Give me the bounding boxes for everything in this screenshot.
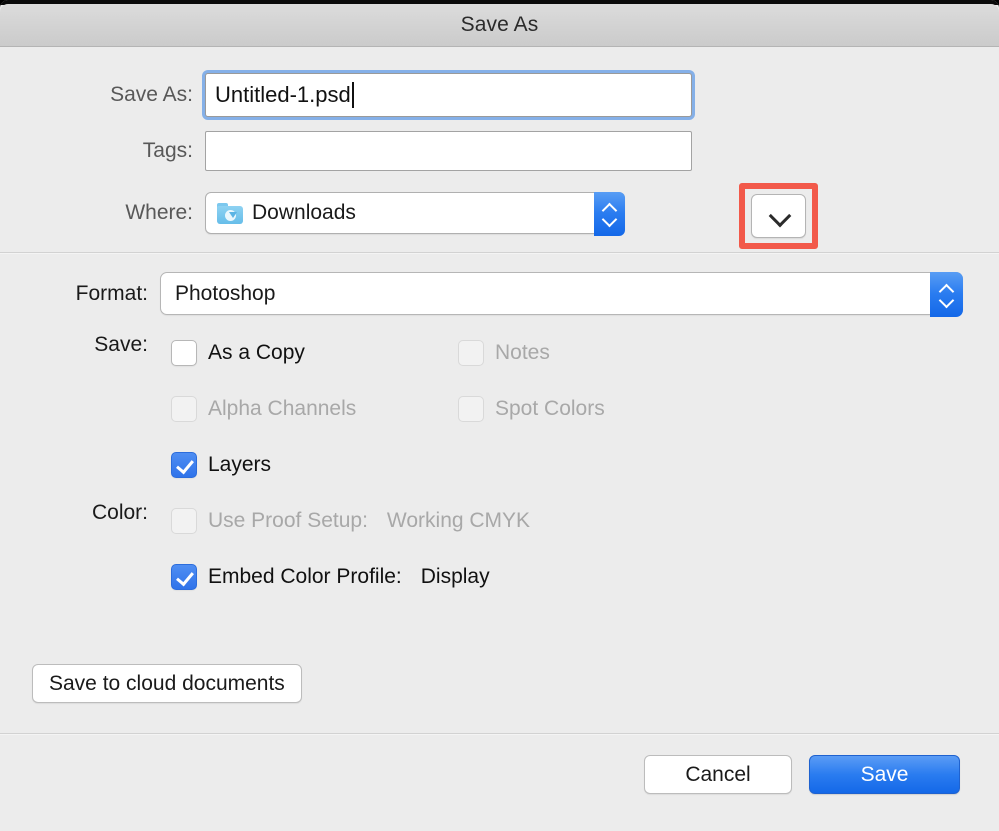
save-as-label: Save As: xyxy=(110,83,193,106)
checkbox-row-layers[interactable]: Layers xyxy=(171,452,271,478)
checkbox-use-proof-setup xyxy=(171,508,197,534)
checkbox-row-as-a-copy[interactable]: As a Copy xyxy=(171,340,305,366)
where-expand-button[interactable] xyxy=(751,194,806,238)
cancel-button[interactable]: Cancel xyxy=(644,755,792,794)
where-stepper-icon[interactable] xyxy=(594,192,625,236)
save-button[interactable]: Save xyxy=(809,755,960,794)
checkbox-alpha-channels xyxy=(171,396,197,422)
format-value: Photoshop xyxy=(175,281,276,305)
where-popup-button[interactable]: Downloads xyxy=(205,192,625,236)
section-divider-top xyxy=(0,252,999,253)
chevron-down-icon xyxy=(769,211,789,222)
checkbox-label-alpha-channels: Alpha Channels xyxy=(208,397,357,420)
dialog-title: Save As xyxy=(460,13,539,36)
section-divider-bottom xyxy=(0,733,999,734)
chevron-down-icon xyxy=(603,216,616,224)
where-row: Where: Downloads xyxy=(0,192,625,236)
tags-label: Tags: xyxy=(142,139,193,162)
checkbox-spot-colors xyxy=(458,396,484,422)
text-caret xyxy=(351,82,354,108)
checkbox-label-spot-colors: Spot Colors xyxy=(495,397,605,420)
save-as-row: Save As: Untitled-1.psd xyxy=(0,73,692,117)
save-as-input-value: Untitled-1.psd xyxy=(215,82,351,107)
format-label: Format: xyxy=(75,281,148,305)
save-section-label: Save: xyxy=(94,333,148,356)
checkbox-row-embed-color-profile[interactable]: Embed Color Profile: Display xyxy=(171,564,490,590)
dialog-titlebar: Save As xyxy=(0,4,999,47)
value-use-proof-setup: Working CMYK xyxy=(386,509,531,532)
checkbox-label-use-proof-setup: Use Proof Setup: xyxy=(208,509,368,532)
checkbox-row-alpha-channels: Alpha Channels xyxy=(171,396,356,422)
value-embed-color-profile: Display xyxy=(420,565,490,588)
checkbox-row-use-proof-setup: Use Proof Setup: Working CMYK xyxy=(171,508,530,534)
checkbox-label-as-a-copy: As a Copy xyxy=(208,341,305,364)
where-value: Downloads xyxy=(252,201,356,224)
save-to-cloud-documents-button[interactable]: Save to cloud documents xyxy=(32,664,302,703)
downloads-folder-icon xyxy=(217,202,243,224)
save-as-dialog: Save As Save As: Untitled-1.psd Tags: Wh… xyxy=(0,0,999,831)
save-as-input[interactable]: Untitled-1.psd xyxy=(205,73,692,117)
tags-input[interactable] xyxy=(205,131,692,171)
checkbox-as-a-copy[interactable] xyxy=(171,340,197,366)
tags-row: Tags: xyxy=(0,131,692,171)
checkbox-label-notes: Notes xyxy=(495,341,550,364)
chevron-up-icon xyxy=(940,285,953,293)
chevron-down-icon xyxy=(940,297,953,305)
format-popup-button[interactable]: Photoshop xyxy=(160,272,963,317)
checkbox-label-embed-color-profile: Embed Color Profile: xyxy=(208,565,402,588)
format-stepper-icon[interactable] xyxy=(930,272,963,317)
checkbox-row-notes: Notes xyxy=(458,340,550,366)
checkbox-row-spot-colors: Spot Colors xyxy=(458,396,605,422)
color-section-label: Color: xyxy=(91,501,148,524)
where-label: Where: xyxy=(125,201,193,224)
checkbox-notes xyxy=(458,340,484,366)
checkbox-label-layers: Layers xyxy=(208,453,272,476)
format-row: Format: Photoshop xyxy=(0,272,963,317)
checkbox-embed-color-profile[interactable] xyxy=(171,564,197,590)
annotation-highlight-box xyxy=(739,183,818,249)
checkbox-layers[interactable] xyxy=(171,452,197,478)
